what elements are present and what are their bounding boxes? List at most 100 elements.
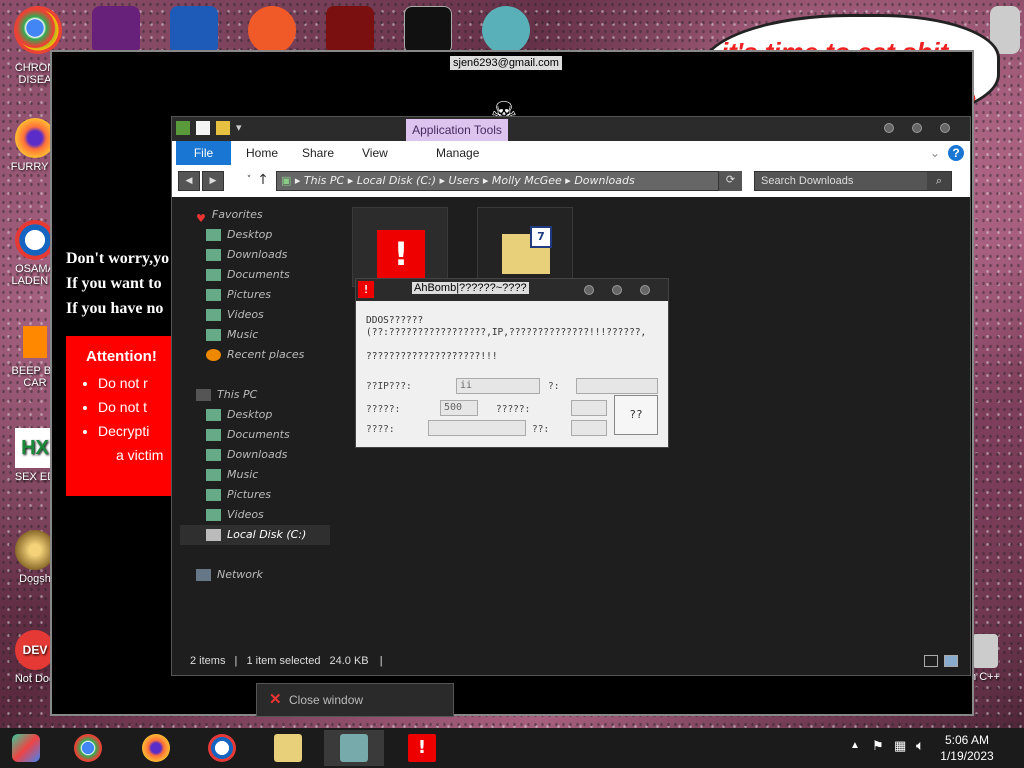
network-icon[interactable]: ▦ [894,738,906,754]
nav-label: Music [227,468,259,481]
firefox-icon [142,734,170,762]
nav-item[interactable]: Documents [206,425,330,445]
minimize-button[interactable] [584,285,594,295]
field3-input[interactable] [571,400,607,416]
path-segment[interactable]: Molly McGee [492,174,562,187]
folder-icon[interactable] [176,121,190,135]
field4-label: ????: [366,424,395,435]
taskbar-ransom-app[interactable]: ! [392,730,452,766]
maximize-button[interactable] [612,285,622,295]
search-input[interactable]: Search Downloads ⌕ [754,171,952,191]
taskbar-file-explorer[interactable] [258,730,318,766]
p-game-icon[interactable] [248,6,296,54]
start-icon [12,734,40,762]
taskbar-obama[interactable] [192,730,252,766]
tab-view[interactable]: View [362,141,388,165]
taskbar: ! ▲ ⚑ ▦ 🔈︎ 5:06 AM 1/19/2023 [0,728,1024,768]
santa-app-icon[interactable] [482,6,530,54]
chevron-up-icon[interactable]: ▲ [850,740,860,751]
chevron-down-icon[interactable]: ▾ [236,121,244,135]
game-2-icon[interactable] [170,6,218,54]
folder-icon [206,409,221,421]
path-segment[interactable]: Downloads [574,174,634,187]
tab-home[interactable]: Home [246,141,278,165]
nav-label: Videos [227,508,264,521]
field4-input[interactable] [428,420,526,436]
nav-favorites[interactable]: ♥ Favorites [196,205,330,225]
visual-studio-icon[interactable] [92,6,140,54]
ribbon-expand-icon[interactable]: ⌄ [930,141,940,165]
tab-manage[interactable]: Manage [436,141,479,165]
port-input[interactable] [576,378,658,394]
path-segment[interactable]: This PC [304,174,344,187]
refresh-button[interactable]: ⟳ [718,171,742,191]
flag-icon[interactable]: ⚑ [872,738,884,754]
start-button[interactable] [0,730,52,766]
field5-input[interactable] [571,420,607,436]
search-icon[interactable]: ⌕ [927,172,951,190]
nav-this-pc[interactable]: This PC [196,385,330,405]
application-tools-tab[interactable]: Application Tools [406,119,508,141]
nav-label: Local Disk (C:) [227,528,307,541]
nav-network[interactable]: Network [196,565,330,585]
dialog-titlebar[interactable]: ! AhBomb|??????~???? [356,279,668,301]
ransom-titlebar[interactable]: sjen6293@gmail.com [52,52,972,76]
nav-item[interactable]: Music [206,325,330,345]
nav-item[interactable]: Videos [206,305,330,325]
close-button[interactable] [940,123,950,133]
nav-item[interactable]: Documents [206,265,330,285]
help-icon[interactable]: ? [948,145,964,161]
clock[interactable]: 5:06 AM 1/19/2023 [932,732,1002,764]
nav-label: This PC [217,388,258,401]
properties-icon[interactable] [196,121,210,135]
nav-label: Music [227,328,259,341]
attack-button[interactable]: ?? [614,395,658,435]
dialog-text-line-2: (??:?????????????????,IP,??????????????!… [366,327,647,338]
tab-share[interactable]: Share [302,141,334,165]
taskbar-chrome[interactable] [58,730,118,766]
forward-button[interactable]: ▶ [202,171,224,191]
explorer-titlebar[interactable]: ▾ Application Tools [172,117,970,141]
nav-item[interactable]: Downloads [206,445,330,465]
close-button[interactable] [640,285,650,295]
minimize-button[interactable] [884,123,894,133]
file-item-selected[interactable]: ! [352,207,448,287]
details-view-icon[interactable] [924,655,938,667]
address-path[interactable]: ▣ ▸ This PC ▸ Local Disk (C:) ▸ Users ▸ … [276,171,742,191]
new-folder-icon[interactable] [216,121,230,135]
nav-item[interactable]: Desktop [206,225,330,245]
taskbar-network-app[interactable] [324,730,384,766]
nav-item[interactable]: Pictures [206,285,330,305]
clock-time: 5:06 AM [944,733,990,747]
field2-input[interactable]: 500 [440,400,478,416]
volume-icon[interactable]: 🔈︎ [916,737,924,754]
field3-label: ?????: [496,404,531,415]
up-arrow-icon[interactable]: ↑ [252,171,274,191]
nav-item[interactable]: Recent places [206,345,330,365]
ip-input[interactable]: ii [456,378,540,394]
folder-icon [206,429,221,441]
nav-item[interactable]: Downloads [206,245,330,265]
nav-label: Documents [227,268,290,281]
taskbar-firefox[interactable] [126,730,186,766]
path-segment[interactable]: Users [449,174,480,187]
ribbon-tabs: File Home Share View Manage ⌄ ? [172,141,970,165]
nav-item[interactable]: Music [206,465,330,485]
warning-icon: ! [358,281,374,298]
file-item[interactable]: 7 [477,207,573,287]
nav-item[interactable]: Pictures [206,485,330,505]
maximize-button[interactable] [912,123,922,133]
nav-item[interactable]: Videos [206,505,330,525]
back-button[interactable]: ◀ [178,171,200,191]
red-game-icon[interactable] [326,6,374,54]
ransom-line-2: If you want to [66,275,162,292]
nav-item[interactable]: Desktop [206,405,330,425]
tab-file[interactable]: File [176,141,231,165]
cmd-icon[interactable] [404,6,452,54]
large-icons-view-icon[interactable] [944,655,958,667]
path-segment[interactable]: Local Disk (C:) [357,174,436,187]
nav-item-selected[interactable]: Local Disk (C:) [180,525,330,545]
obama-logo-icon [15,220,55,260]
close-window-jumplist[interactable]: ✕ Close window [256,683,454,717]
nav-label: Network [217,568,263,581]
